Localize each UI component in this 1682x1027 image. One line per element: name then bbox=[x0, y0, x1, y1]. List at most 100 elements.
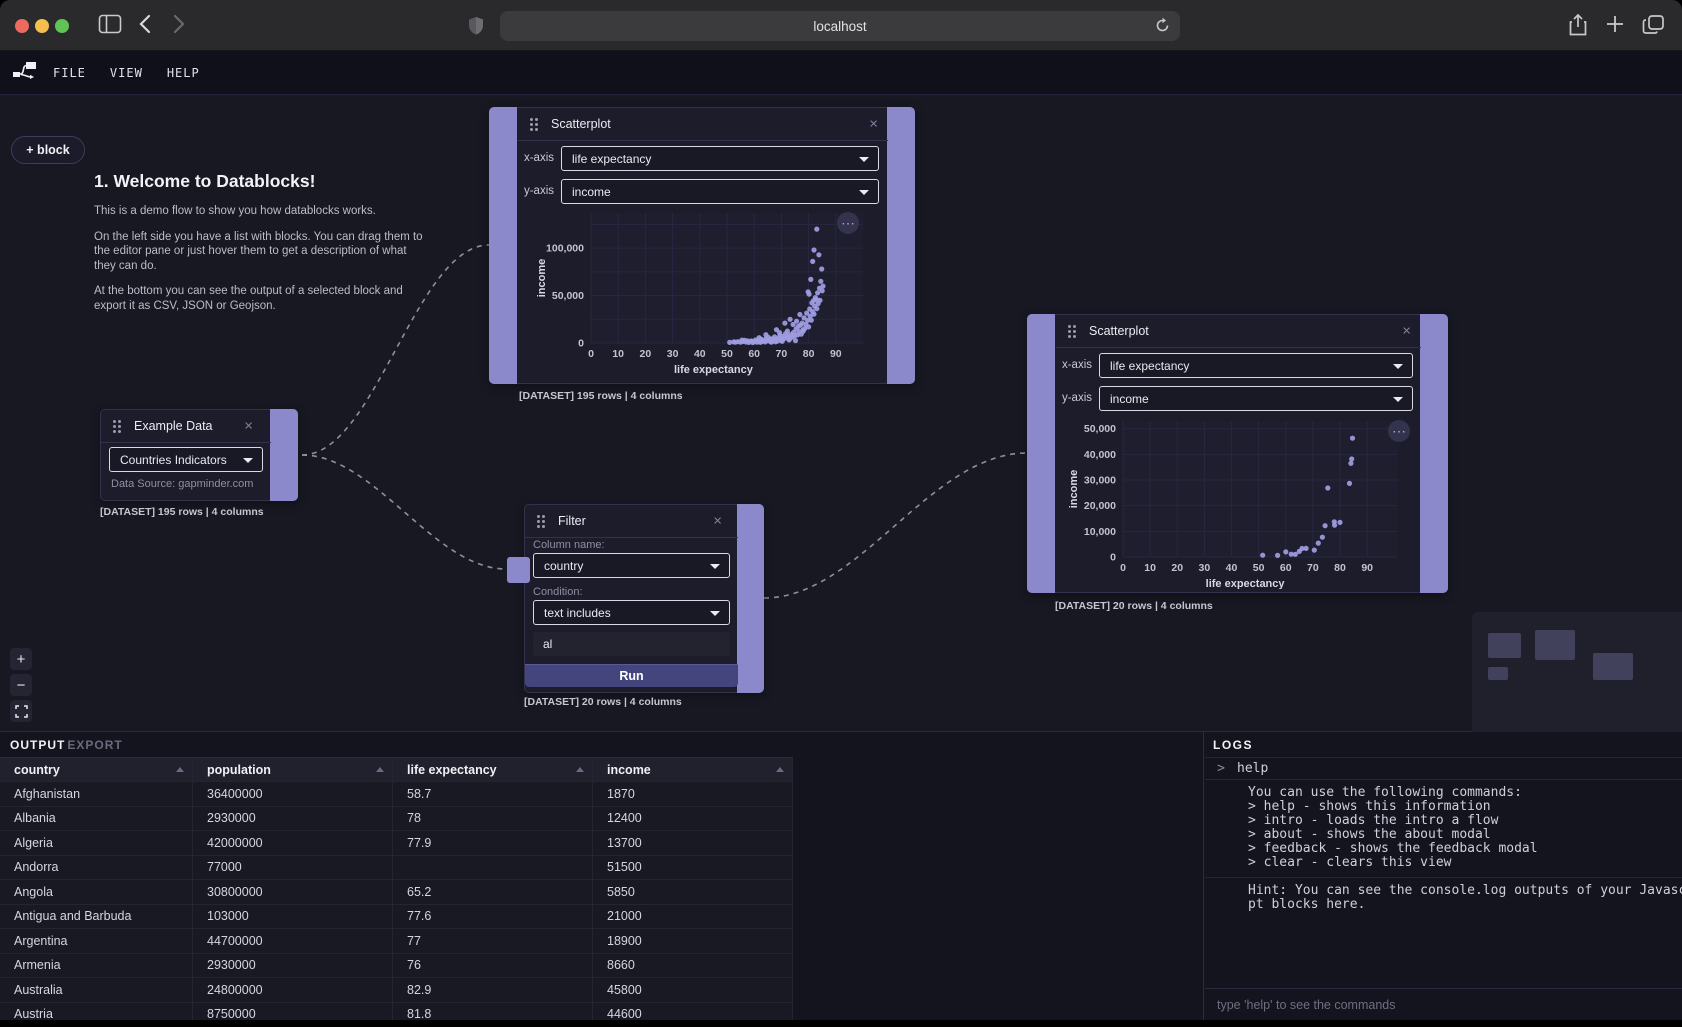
zoom-window-button[interactable] bbox=[55, 19, 69, 33]
zoom-in-button[interactable]: + bbox=[10, 648, 32, 670]
table-cell: 77.9 bbox=[393, 831, 593, 855]
drag-handle-icon[interactable] bbox=[113, 420, 116, 433]
table-cell: 2930000 bbox=[193, 807, 393, 831]
table-row: Armenia2930000768660 bbox=[0, 954, 793, 979]
zoom-out-button[interactable]: − bbox=[10, 674, 32, 696]
welcome-paragraph: This is a demo flow to show you how data… bbox=[94, 204, 424, 219]
x-axis-select[interactable]: life expectancy bbox=[561, 146, 879, 171]
menu-file[interactable]: FILE bbox=[53, 66, 86, 80]
run-button[interactable]: Run bbox=[525, 664, 738, 687]
fit-view-button[interactable] bbox=[10, 700, 32, 722]
table-cell: 18900 bbox=[593, 929, 793, 953]
node-header[interactable]: Filter × bbox=[525, 505, 738, 538]
close-icon[interactable]: × bbox=[713, 514, 722, 529]
drag-handle-icon[interactable] bbox=[530, 118, 533, 131]
minimize-window-button[interactable] bbox=[35, 19, 49, 33]
svg-text:40,000: 40,000 bbox=[1084, 449, 1116, 461]
output-port-strip[interactable] bbox=[887, 107, 915, 384]
welcome-note: 1. Welcome to Datablocks! This is a demo… bbox=[94, 171, 424, 324]
node-scatterplot-right[interactable]: Scatterplot × x-axis life expectancy y-a… bbox=[1027, 314, 1448, 593]
node-filter[interactable]: Filter × Column name: country Condition:… bbox=[524, 504, 764, 693]
y-axis-select[interactable]: income bbox=[561, 179, 879, 204]
y-axis-select[interactable]: income bbox=[1099, 386, 1413, 411]
edge-exampledata-to-filter[interactable] bbox=[302, 455, 506, 569]
x-axis-label: x-axis bbox=[510, 152, 554, 164]
logs-output[interactable]: >helpYou can use the following commands:… bbox=[1205, 757, 1682, 988]
flow-canvas[interactable]: + block 1. Welcome to Datablocks! This i… bbox=[0, 95, 1682, 732]
dataset-caption: [DATASET] 20 rows | 4 columns bbox=[524, 696, 682, 708]
chart-overflow-icon[interactable]: ⋯ bbox=[1388, 420, 1410, 442]
condition-select[interactable]: text includes bbox=[533, 600, 730, 625]
reload-icon[interactable] bbox=[1154, 17, 1171, 37]
privacy-shield-icon[interactable] bbox=[468, 16, 484, 40]
scatter-chart: 0102030405060708090050,000100,000life ex… bbox=[528, 206, 884, 381]
node-example-data[interactable]: Example Data × Countries Indicators Data… bbox=[100, 409, 298, 501]
close-window-button[interactable] bbox=[15, 19, 29, 33]
column-header[interactable]: country bbox=[0, 758, 193, 781]
url-text: localhost bbox=[813, 19, 866, 34]
log-command-text: help bbox=[1237, 761, 1268, 776]
sort-arrow-icon[interactable] bbox=[776, 767, 784, 772]
node-header[interactable]: Scatterplot × bbox=[1056, 315, 1421, 348]
filter-query-input[interactable] bbox=[533, 632, 730, 656]
dataset-caption: [DATASET] 20 rows | 4 columns bbox=[1055, 600, 1213, 612]
prompt-chevron-icon: > bbox=[1205, 761, 1237, 776]
table-row: Andorra7700051500 bbox=[0, 856, 793, 881]
datablocks-app: localhost FILE VIEW HELP + block bbox=[0, 0, 1682, 1027]
edge-filter-to-scatterplot-right[interactable] bbox=[764, 453, 1027, 598]
menu-view[interactable]: VIEW bbox=[110, 66, 143, 80]
menu-help[interactable]: HELP bbox=[167, 66, 200, 80]
tab-output[interactable]: OUTPUT bbox=[10, 738, 65, 752]
table-cell: 12400 bbox=[593, 807, 793, 831]
svg-text:80: 80 bbox=[803, 348, 815, 360]
tab-overview-icon[interactable] bbox=[1642, 14, 1666, 41]
node-header[interactable]: Scatterplot × bbox=[518, 108, 888, 141]
log-output: Hint: You can see the console.log output… bbox=[1205, 878, 1682, 919]
close-icon[interactable]: × bbox=[869, 117, 878, 132]
chevron-down-icon bbox=[1393, 364, 1403, 369]
output-port-strip[interactable] bbox=[737, 504, 764, 693]
sort-arrow-icon[interactable] bbox=[376, 767, 384, 772]
forward-icon[interactable] bbox=[172, 14, 186, 39]
add-block-button[interactable]: + block bbox=[11, 136, 85, 164]
tab-export[interactable]: EXPORT bbox=[67, 738, 122, 752]
minimap-node bbox=[1593, 653, 1633, 680]
output-port-strip[interactable] bbox=[1420, 314, 1448, 593]
logs-title: LOGS bbox=[1213, 738, 1253, 752]
node-title: Filter bbox=[558, 514, 586, 528]
new-tab-icon[interactable] bbox=[1606, 15, 1624, 38]
x-axis-select[interactable]: life expectancy bbox=[1099, 353, 1413, 378]
sidebar-icon[interactable] bbox=[98, 12, 122, 43]
output-port-strip[interactable] bbox=[270, 409, 298, 501]
close-icon[interactable]: × bbox=[244, 419, 253, 434]
output-panel: OUTPUT EXPORT countrypopulationlife expe… bbox=[0, 732, 1204, 1020]
table-cell: 77000 bbox=[193, 856, 393, 880]
chevron-down-icon bbox=[859, 190, 869, 195]
close-icon[interactable]: × bbox=[1402, 324, 1411, 339]
node-header[interactable]: Example Data × bbox=[101, 410, 271, 443]
input-port[interactable] bbox=[507, 557, 530, 583]
table-cell: 51500 bbox=[593, 856, 793, 880]
node-scatterplot-top[interactable]: Scatterplot × x-axis life expectancy y-a… bbox=[489, 107, 915, 384]
drag-handle-icon[interactable] bbox=[537, 515, 540, 528]
table-cell: Angola bbox=[0, 880, 193, 904]
column-header[interactable]: income bbox=[593, 758, 793, 781]
chart-overflow-icon[interactable]: ⋯ bbox=[837, 212, 859, 234]
input-port-strip[interactable] bbox=[1027, 314, 1055, 593]
drag-handle-icon[interactable] bbox=[1068, 325, 1071, 338]
column-header[interactable]: life expectancy bbox=[393, 758, 593, 781]
table-cell: Australia bbox=[0, 978, 193, 1002]
y-axis-select-value: income bbox=[572, 185, 611, 199]
logs-command-input[interactable] bbox=[1205, 988, 1682, 1020]
sort-arrow-icon[interactable] bbox=[576, 767, 584, 772]
chevron-down-icon bbox=[710, 564, 720, 569]
input-port-strip[interactable] bbox=[489, 107, 517, 384]
column-select[interactable]: country bbox=[533, 553, 730, 578]
dataset-select[interactable]: Countries Indicators bbox=[109, 447, 263, 472]
share-icon[interactable] bbox=[1568, 13, 1588, 42]
minimap[interactable] bbox=[1472, 612, 1682, 732]
back-icon[interactable] bbox=[138, 14, 152, 39]
sort-arrow-icon[interactable] bbox=[176, 767, 184, 772]
column-header[interactable]: population bbox=[193, 758, 393, 781]
url-bar[interactable]: localhost bbox=[500, 11, 1180, 41]
